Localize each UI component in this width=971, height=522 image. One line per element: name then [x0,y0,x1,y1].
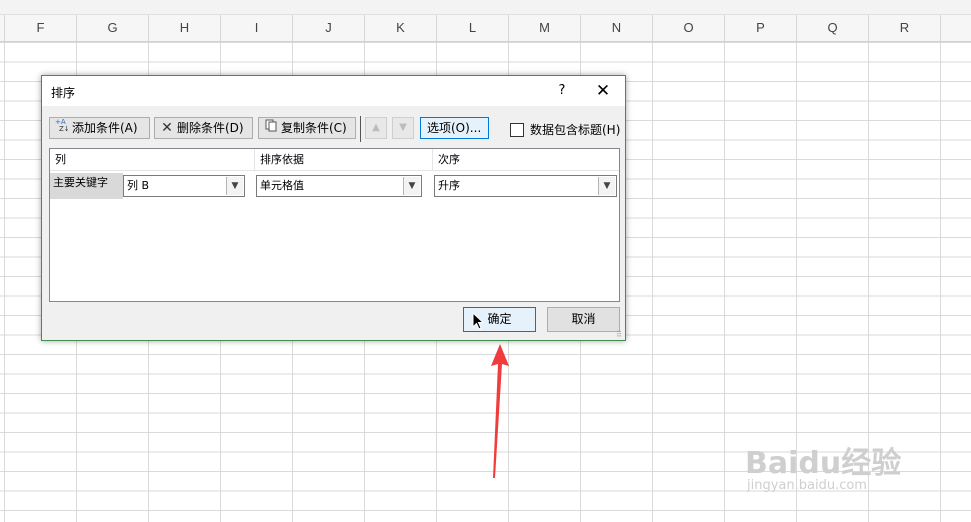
sort-on-heading: 排序依据 [255,149,433,171]
dialog-titlebar[interactable]: 排序 ? ✕ [42,76,625,106]
order-heading: 次序 [433,149,619,171]
column-header-f[interactable]: F [4,15,76,41]
sort-levels-list: 列 排序依据 次序 主要关键字 列 B ▼ 单元格值 ▼ 升序 ▼ [49,148,620,302]
column-header-h[interactable]: H [148,15,220,41]
dialog-title: 排序 [51,86,76,100]
mouse-pointer-icon [472,311,485,333]
move-down-button[interactable]: ▼ [392,117,414,139]
chevron-down-icon[interactable]: ▼ [403,177,420,195]
column-header-n[interactable]: N [580,15,652,41]
copy-icon [263,119,279,139]
watermark-url: jingyan.baidu.com [747,478,867,493]
add-level-button[interactable]: +A Z↓ 添加条件(A) [49,117,150,139]
column-header-j[interactable]: J [292,15,364,41]
add-level-label: 添加条件(A) [72,121,138,135]
order-select[interactable]: 升序 ▼ [434,175,617,197]
column-header-s[interactable] [940,15,971,41]
red-arrow-annotation [480,340,520,483]
column-header-l[interactable]: L [436,15,508,41]
column-header-q[interactable]: Q [796,15,868,41]
sort-on-select[interactable]: 单元格值 ▼ [256,175,422,197]
column-header-p[interactable]: P [724,15,796,41]
column-select[interactable]: 列 B ▼ [123,175,245,197]
toolbar-separator [360,116,361,142]
resize-grip-icon[interactable]: ⠿ [616,331,624,339]
column-header-o[interactable]: O [652,15,724,41]
sort-dialog: 排序 ? ✕ +A Z↓ 添加条件(A) ✕ 删除条件(D) 复制条件(C) ▲ ▼… [41,75,626,341]
header-checkbox-row[interactable]: 数据包含标题(H) [510,121,620,137]
watermark-brand: Baidu经验 [745,446,902,481]
help-button[interactable]: ? [551,80,573,102]
column-header-m[interactable]: M [508,15,580,41]
svg-text:Z↓: Z↓ [59,125,69,132]
add-level-icon: +A Z↓ [54,118,70,139]
order-select-value: 升序 [438,179,460,192]
copy-level-button[interactable]: 复制条件(C) [258,117,356,139]
column-header-g[interactable]: G [76,15,148,41]
primary-key-label: 主要关键字 [50,173,123,199]
delete-level-button[interactable]: ✕ 删除条件(D) [154,117,253,139]
column-header-row: F G H I J K L M N O P Q R [0,15,971,42]
copy-level-label: 复制条件(C) [281,121,347,135]
cancel-button[interactable]: 取消 [547,307,620,332]
column-header-k[interactable]: K [364,15,436,41]
delete-x-icon: ✕ [161,120,173,136]
column-header-i[interactable]: I [220,15,292,41]
baidu-watermark: Baidu经验 jingyan.baidu.com [745,418,925,498]
options-button[interactable]: 选项(O)... [420,117,489,139]
sort-on-select-value: 单元格值 [260,179,304,192]
column-heading: 列 [50,149,255,171]
header-checkbox-label[interactable]: 数据包含标题(H) [530,123,620,137]
column-header-r[interactable]: R [868,15,940,41]
close-button[interactable]: ✕ [590,80,616,102]
ribbon-edge [0,0,971,15]
sort-level-row[interactable]: 主要关键字 列 B ▼ 单元格值 ▼ 升序 ▼ [50,173,619,199]
delete-level-label: 删除条件(D) [177,121,244,135]
header-checkbox[interactable] [510,122,524,137]
chevron-down-icon[interactable]: ▼ [598,177,615,195]
chevron-down-icon[interactable]: ▼ [226,177,243,195]
move-up-button[interactable]: ▲ [365,117,387,139]
column-select-value: 列 B [127,179,150,192]
